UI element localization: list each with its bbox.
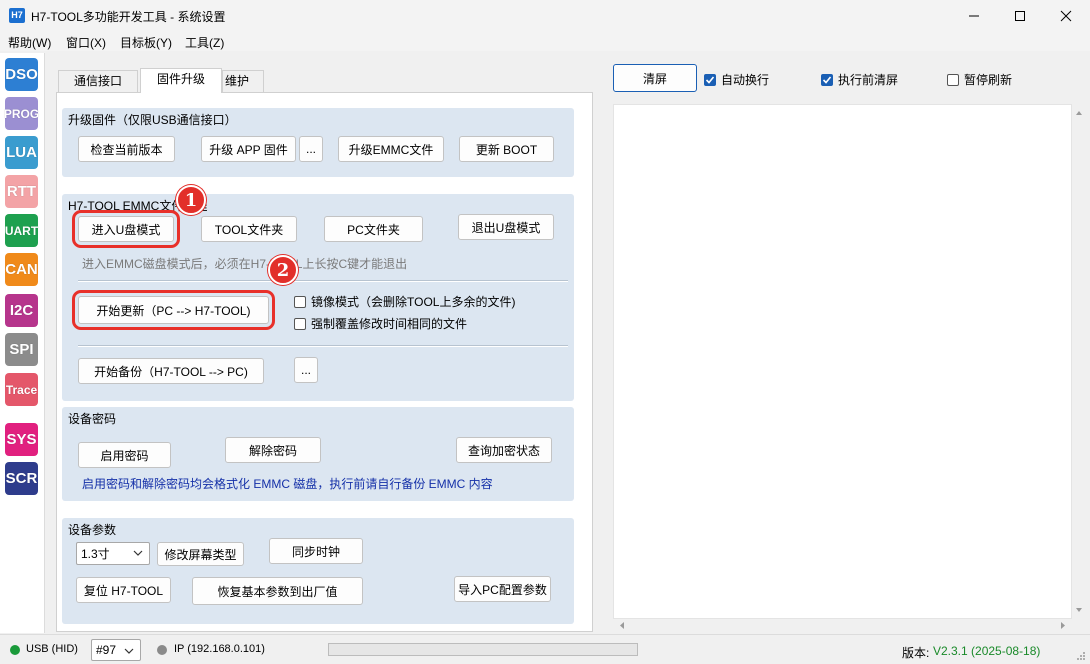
check-version-button[interactable]: 检查当前版本 bbox=[78, 136, 175, 162]
menu-bar: 帮助(W) 窗口(X) 目标板(Y) 工具(Z) bbox=[0, 31, 1090, 51]
scroll-up-icon bbox=[1076, 111, 1082, 115]
title-bar: H7 H7-TOOL多功能开发工具 - 系统设置 bbox=[0, 0, 1090, 31]
tab-firmware-upgrade[interactable]: 固件升级 bbox=[140, 68, 222, 93]
reset-tool-button[interactable]: 复位 H7-TOOL bbox=[76, 577, 171, 603]
backup-browse-button[interactable]: ... bbox=[294, 357, 318, 383]
sidebar-button-rtt[interactable]: RTT bbox=[5, 175, 38, 208]
sidebar-button-trace[interactable]: Trace bbox=[5, 373, 38, 406]
usb-status: USB (HID) bbox=[26, 643, 78, 655]
disable-password-button[interactable]: 解除密码 bbox=[225, 437, 321, 463]
log-vertical-scrollbar[interactable] bbox=[1072, 104, 1086, 619]
tab-comm-interface[interactable]: 通信接口 bbox=[58, 70, 138, 92]
upgrade-group-title: 升级固件（仅限USB通信接口） bbox=[68, 113, 237, 127]
upgrade-app-button[interactable]: 升级 APP 固件 bbox=[201, 136, 296, 162]
close-icon bbox=[1060, 10, 1072, 21]
sidebar-button-dso[interactable]: DSO bbox=[5, 58, 38, 91]
scroll-down-icon bbox=[1076, 608, 1082, 612]
version-label: 版本: bbox=[902, 646, 930, 660]
query-encryption-button[interactable]: 查询加密状态 bbox=[456, 437, 552, 463]
annotation-badge-1: 1 bbox=[176, 185, 206, 215]
update-boot-button[interactable]: 更新 BOOT bbox=[459, 136, 554, 162]
minimize-icon bbox=[969, 15, 979, 16]
port-select[interactable]: #97 bbox=[91, 639, 141, 661]
restore-factory-button[interactable]: 恢复基本参数到出厂值 bbox=[192, 577, 363, 605]
menu-tools[interactable]: 工具(Z) bbox=[185, 34, 224, 51]
annotation-badge-2: 2 bbox=[268, 255, 298, 285]
maximize-icon bbox=[1015, 10, 1025, 21]
tool-folder-button[interactable]: TOOL文件夹 bbox=[201, 216, 297, 242]
module-sidebar: DSO PROG LUA RTT UART CAN I2C SPI Trace SYS SCR bbox=[0, 53, 45, 633]
sidebar-button-uart[interactable]: UART bbox=[5, 214, 38, 247]
scroll-left-icon bbox=[620, 622, 624, 629]
enable-password-button[interactable]: 启用密码 bbox=[78, 442, 171, 468]
sidebar-button-i2c[interactable]: I2C bbox=[5, 294, 38, 327]
modify-screen-button[interactable]: 修改屏幕类型 bbox=[157, 542, 244, 566]
pc-folder-button[interactable]: PC文件夹 bbox=[324, 216, 423, 242]
menu-help[interactable]: 帮助(W) bbox=[8, 34, 51, 51]
password-warning: 启用密码和解除密码均会格式化 EMMC 磁盘，执行前请自行备份 EMMC 内容 bbox=[82, 477, 493, 491]
minimize-button[interactable] bbox=[951, 0, 997, 31]
status-bar: USB (HID) #97 IP (192.168.0.101) 版本: V2.… bbox=[0, 634, 1090, 664]
upgrade-group: 升级固件（仅限USB通信接口） 检查当前版本 升级 APP 固件 ... 升级E… bbox=[62, 108, 574, 177]
sidebar-button-sys[interactable]: SYS bbox=[5, 423, 38, 456]
emmc-group: H7-TOOL EMMC文件管理 进入U盘模式 TOOL文件夹 PC文件夹 退出… bbox=[62, 194, 574, 401]
chevron-down-icon bbox=[133, 550, 143, 556]
sidebar-button-can[interactable]: CAN bbox=[5, 253, 38, 286]
enter-udisk-button[interactable]: 进入U盘模式 bbox=[72, 210, 180, 248]
close-button[interactable] bbox=[1043, 0, 1089, 31]
version-value: V2.3.1 (2025-08-18) bbox=[933, 644, 1041, 658]
sidebar-button-prog[interactable]: PROG bbox=[4, 97, 39, 130]
clear-log-button[interactable]: 清屏 bbox=[613, 64, 697, 92]
sidebar-button-spi[interactable]: SPI bbox=[5, 333, 38, 366]
params-group-title: 设备参数 bbox=[68, 523, 117, 537]
check-icon bbox=[822, 75, 832, 84]
password-group-title: 设备密码 bbox=[68, 412, 117, 426]
usb-status-dot bbox=[10, 645, 20, 655]
password-group: 设备密码 启用密码 解除密码 查询加密状态 启用密码和解除密码均会格式化 EMM… bbox=[62, 407, 574, 501]
settings-pane: 通信接口 固件升级 维护 升级固件（仅限USB通信接口） 检查当前版本 升级 A… bbox=[48, 60, 593, 632]
emmc-exit-hint: 进入EMMC磁盘模式后，必须在H7-TOOL上长按C键才能退出 bbox=[82, 257, 408, 271]
log-horizontal-scrollbar[interactable] bbox=[613, 619, 1072, 632]
tab-maintenance[interactable]: 维护 bbox=[222, 70, 264, 92]
divider bbox=[78, 280, 568, 282]
screen-size-select[interactable]: 1.3寸 bbox=[76, 542, 150, 565]
auto-wrap-checkbox[interactable]: 自动换行 bbox=[704, 71, 769, 88]
progress-bar bbox=[328, 643, 638, 656]
check-icon bbox=[705, 75, 715, 84]
mirror-mode-checkbox[interactable]: 镜像模式（会删除TOOL上多余的文件) bbox=[294, 293, 515, 310]
sync-clock-button[interactable]: 同步时钟 bbox=[269, 538, 363, 564]
upgrade-emmc-button[interactable]: 升级EMMC文件 bbox=[338, 136, 444, 162]
tab-content: 升级固件（仅限USB通信接口） 检查当前版本 升级 APP 固件 ... 升级E… bbox=[56, 92, 593, 632]
start-backup-button[interactable]: 开始备份（H7-TOOL --> PC) bbox=[78, 358, 264, 384]
exit-udisk-button[interactable]: 退出U盘模式 bbox=[458, 214, 554, 240]
start-update-button[interactable]: 开始更新（PC --> H7-TOOL) bbox=[72, 290, 275, 330]
divider bbox=[78, 345, 568, 347]
app-icon: H7 bbox=[9, 8, 25, 23]
scroll-right-icon bbox=[1061, 622, 1065, 629]
maximize-button[interactable] bbox=[997, 0, 1043, 31]
upgrade-app-browse-button[interactable]: ... bbox=[299, 136, 323, 162]
sidebar-button-scr[interactable]: SCR bbox=[5, 462, 38, 495]
sidebar-button-lua[interactable]: LUA bbox=[5, 136, 38, 169]
resize-grip-icon bbox=[1077, 652, 1085, 660]
ip-status: IP (192.168.0.101) bbox=[174, 643, 265, 655]
log-pane: 清屏 自动换行 执行前清屏 暂停刷新 bbox=[600, 60, 1090, 632]
force-overwrite-checkbox[interactable]: 强制覆盖修改时间相同的文件 bbox=[294, 315, 467, 332]
menu-window[interactable]: 窗口(X) bbox=[66, 34, 106, 51]
clear-before-run-checkbox[interactable]: 执行前清屏 bbox=[821, 71, 898, 88]
params-group: 设备参数 1.3寸 修改屏幕类型 同步时钟 复位 H7-TOOL 恢复基本参数到… bbox=[62, 518, 574, 624]
import-pc-config-button[interactable]: 导入PC配置参数 bbox=[454, 576, 551, 602]
ip-status-dot bbox=[157, 645, 167, 655]
pause-refresh-checkbox[interactable]: 暂停刷新 bbox=[947, 71, 1012, 88]
chevron-down-icon bbox=[124, 648, 134, 654]
window-title: H7-TOOL多功能开发工具 - 系统设置 bbox=[31, 10, 226, 24]
menu-target-board[interactable]: 目标板(Y) bbox=[120, 34, 172, 51]
log-output[interactable] bbox=[613, 104, 1072, 619]
